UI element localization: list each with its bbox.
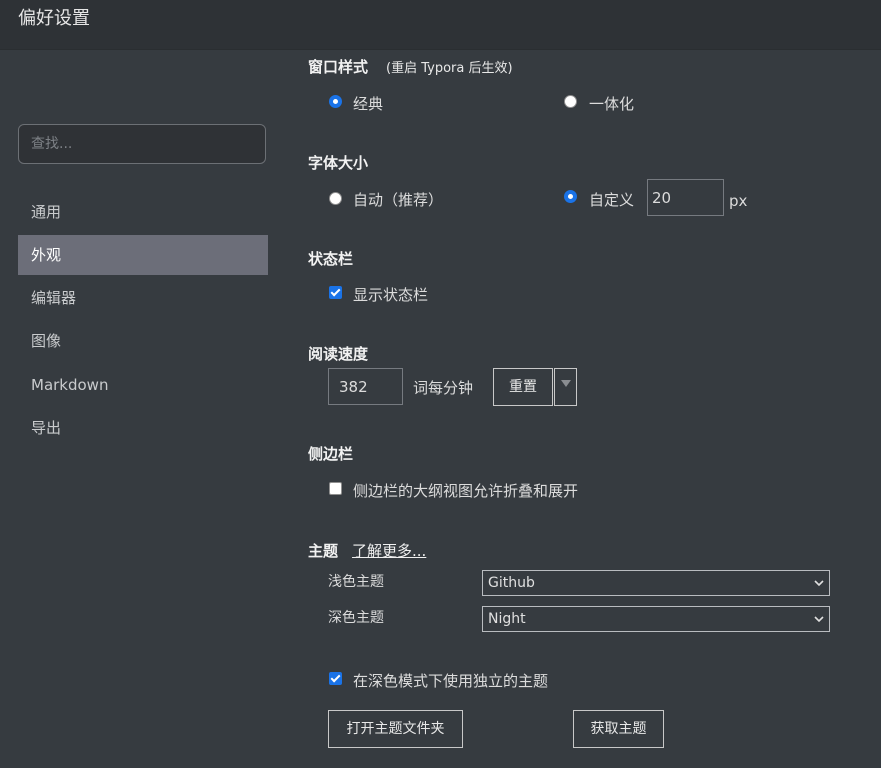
outline-collapse-label[interactable]: 侧边栏的大纲视图允许折叠和展开: [353, 480, 578, 501]
reading-speed-dropdown-button[interactable]: [554, 368, 577, 406]
separate-dark-theme-label[interactable]: 在深色模式下使用独立的主题: [353, 670, 548, 691]
separate-dark-theme-checkbox[interactable]: [329, 672, 342, 685]
show-status-bar-checkbox[interactable]: [329, 286, 342, 299]
light-theme-value: Github: [488, 575, 535, 591]
font-size-auto-radio[interactable]: [329, 192, 342, 205]
sidebar-item-markdown[interactable]: Markdown: [18, 365, 268, 405]
window-style-heading: 窗口样式 (重启 Typora 后生效): [308, 56, 513, 77]
reading-speed-input[interactable]: [328, 368, 403, 405]
dark-theme-select[interactable]: Night: [482, 606, 830, 632]
reading-speed-heading: 阅读速度: [308, 345, 369, 363]
window-style-title: 窗口样式: [308, 58, 369, 76]
status-bar-heading: 状态栏: [308, 250, 354, 268]
sidebar-item-image[interactable]: 图像: [18, 321, 268, 361]
sidebar-section-heading: 侧边栏: [308, 445, 354, 463]
window-style-classic-label[interactable]: 经典: [353, 93, 383, 114]
window-title: 偏好设置: [18, 8, 90, 29]
window-style-note: (重启 Typora 后生效): [386, 61, 513, 76]
sidebar-item-appearance[interactable]: 外观: [18, 235, 268, 275]
sidebar-item-editor[interactable]: 编辑器: [18, 278, 268, 318]
chevron-down-icon: [814, 580, 824, 587]
theme-heading: 主题 了解更多...: [308, 540, 426, 561]
title-bar: 偏好设置: [0, 0, 881, 50]
theme-title: 主题: [308, 542, 339, 560]
light-theme-select[interactable]: Github: [482, 570, 830, 596]
show-status-bar-label[interactable]: 显示状态栏: [353, 284, 428, 305]
search-input[interactable]: [18, 124, 266, 164]
sidebar-item-export[interactable]: 导出: [18, 408, 268, 448]
font-size-custom-label[interactable]: 自定义: [589, 189, 634, 210]
window-style-unibody-radio[interactable]: [564, 95, 577, 108]
outline-collapse-checkbox[interactable]: [329, 482, 342, 495]
reading-speed-reset-button[interactable]: 重置: [493, 368, 553, 406]
font-size-custom-radio[interactable]: [564, 190, 577, 203]
triangle-down-icon: [561, 380, 571, 387]
font-size-input[interactable]: [647, 179, 724, 216]
font-size-heading: 字体大小: [308, 154, 369, 172]
reading-speed-unit: 词每分钟: [413, 379, 474, 397]
learn-more-link[interactable]: 了解更多...: [352, 542, 426, 560]
dark-theme-value: Night: [488, 611, 526, 627]
font-size-unit: px: [729, 192, 748, 210]
open-theme-folder-button[interactable]: 打开主题文件夹: [328, 710, 463, 748]
light-theme-label: 浅色主题: [328, 574, 384, 590]
chevron-down-icon: [814, 616, 824, 623]
font-size-auto-label[interactable]: 自动（推荐）: [353, 189, 443, 210]
window-style-classic-radio[interactable]: [329, 95, 342, 108]
window-style-unibody-label[interactable]: 一体化: [589, 93, 634, 114]
dark-theme-label: 深色主题: [328, 610, 384, 626]
sidebar-item-general[interactable]: 通用: [18, 192, 268, 232]
get-themes-button[interactable]: 获取主题: [573, 710, 664, 748]
